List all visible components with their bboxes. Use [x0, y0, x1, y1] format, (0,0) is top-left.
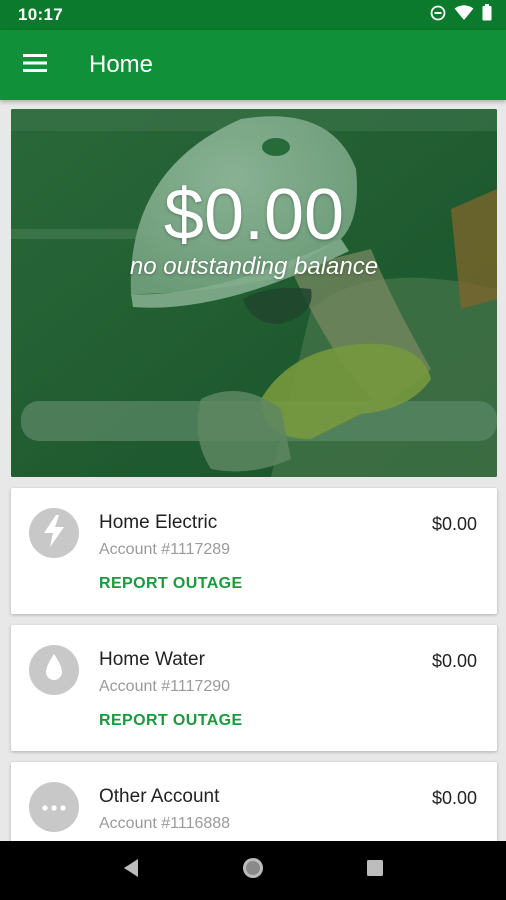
lightning-bolt-icon	[42, 514, 66, 552]
account-icon-circle	[29, 782, 79, 832]
app-bar: Home	[0, 30, 506, 100]
account-balance: $0.00	[431, 788, 477, 808]
account-number: Account #1116888	[99, 815, 231, 832]
account-balance: $0.00	[431, 651, 477, 671]
total-balance: $0.00	[163, 175, 345, 255]
account-icon-circle	[29, 508, 79, 558]
account-name: Home Electric	[99, 512, 218, 533]
more-dots-icon	[42, 798, 66, 816]
back-button[interactable]	[111, 851, 151, 891]
account-card-electric[interactable]: Home Electric Account #1117289 $0.00 REP…	[11, 488, 497, 614]
status-bar: 10:17	[0, 0, 506, 30]
water-drop-icon	[44, 653, 64, 687]
battery-icon	[482, 4, 492, 26]
account-balance: $0.00	[431, 514, 477, 534]
account-name: Other Account	[99, 786, 220, 807]
account-card-water[interactable]: Home Water Account #1117290 $0.00 REPORT…	[11, 625, 497, 751]
report-outage-button[interactable]: REPORT OUTAGE	[99, 575, 243, 593]
recents-button[interactable]	[355, 851, 395, 891]
status-time: 10:17	[18, 5, 63, 24]
system-nav-bar	[0, 841, 506, 900]
account-number: Account #1117290	[99, 678, 231, 695]
status-icons	[430, 4, 492, 26]
wifi-icon	[454, 4, 474, 26]
recents-icon	[366, 859, 384, 882]
page-title: Home	[89, 51, 154, 78]
account-icon-circle	[29, 645, 79, 695]
home-icon	[241, 856, 265, 885]
balance-status: no outstanding balance	[129, 253, 379, 280]
account-name: Home Water	[99, 649, 205, 670]
balance-hero: $0.00 no outstanding balance	[11, 109, 497, 477]
hamburger-menu-icon	[23, 53, 47, 78]
report-outage-button[interactable]: REPORT OUTAGE	[99, 712, 243, 730]
menu-button[interactable]	[0, 30, 70, 100]
home-button[interactable]	[233, 851, 273, 891]
account-number: Account #1117289	[99, 541, 231, 558]
back-icon	[122, 858, 140, 883]
do-not-disturb-icon	[430, 5, 446, 26]
